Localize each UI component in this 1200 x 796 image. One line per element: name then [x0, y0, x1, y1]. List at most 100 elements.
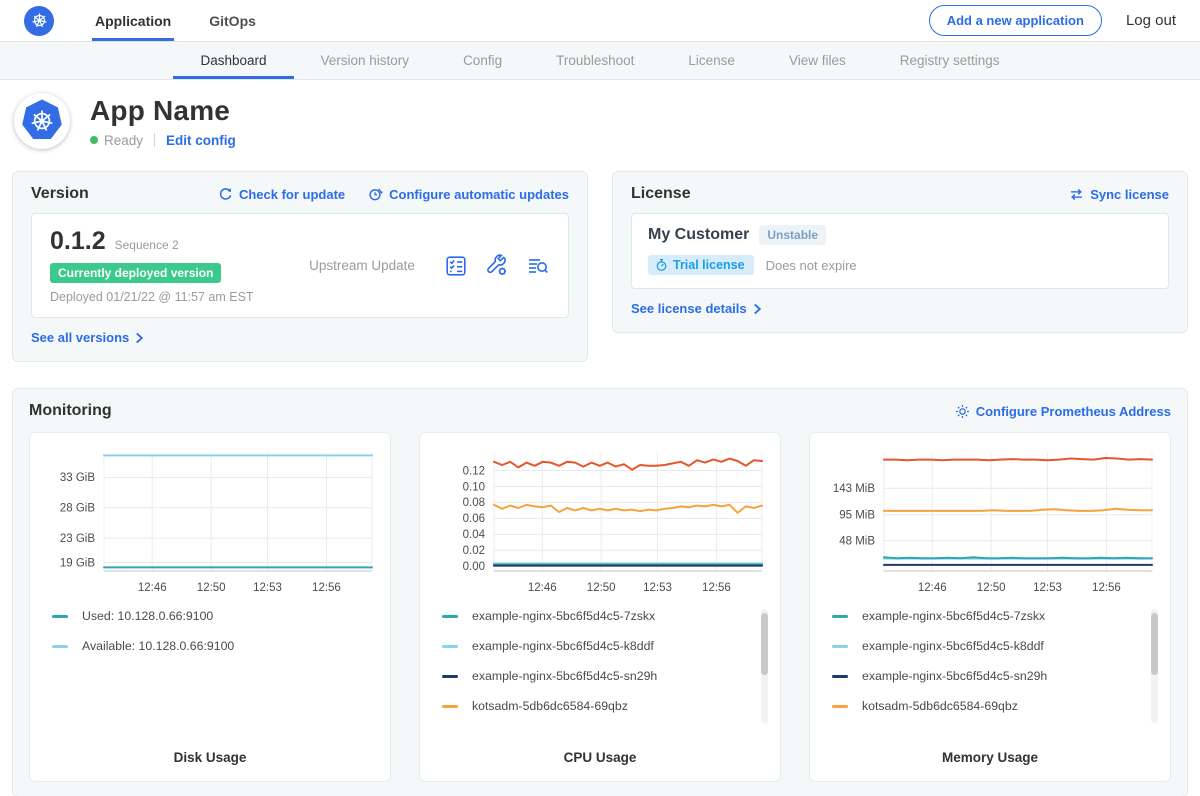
legend-scrollbar-thumb[interactable]: [761, 613, 768, 675]
legend-scrollbar[interactable]: [1151, 609, 1158, 723]
configure-automatic-updates-link[interactable]: Configure automatic updates: [367, 186, 569, 202]
chart-title: CPU Usage: [432, 750, 768, 767]
svg-text:12:46: 12:46: [528, 582, 557, 594]
svg-text:12:56: 12:56: [1092, 582, 1121, 594]
legend-item: example-nginx-5bc6f5d4c5-sn29h: [832, 669, 1142, 683]
legend-item: Available: 10.128.0.66:9100: [52, 639, 362, 653]
svg-text:12:46: 12:46: [138, 582, 167, 594]
legend-dash-icon: [442, 645, 458, 648]
svg-text:0.08: 0.08: [463, 497, 485, 509]
legend-label: Available: 10.128.0.66:9100: [82, 639, 234, 653]
svg-text:12:53: 12:53: [253, 582, 282, 594]
cpu-usage-chart: 12:4612:5012:5312:560.000.020.040.060.08…: [432, 445, 768, 597]
disk-usage-chart-card: 12:4612:5012:5312:5633 GiB28 GiB23 GiB19…: [29, 432, 391, 782]
tab-license[interactable]: License: [661, 42, 762, 79]
svg-text:12:50: 12:50: [587, 582, 616, 594]
refresh-icon: [218, 187, 233, 202]
cpu-usage-chart-card: 12:4612:5012:5312:560.000.020.040.060.08…: [419, 432, 781, 782]
disk-usage-chart: 12:4612:5012:5312:5633 GiB28 GiB23 GiB19…: [42, 445, 378, 597]
legend-dash-icon: [442, 615, 458, 618]
preflight-checks-button[interactable]: [444, 254, 468, 278]
svg-text:143 MiB: 143 MiB: [833, 483, 876, 495]
gear-icon: [955, 404, 970, 419]
memory-usage-chart: 12:4612:5012:5312:56143 MiB95 MiB48 MiB: [822, 445, 1158, 597]
tab-config[interactable]: Config: [436, 42, 529, 79]
legend-dash-icon: [832, 645, 848, 648]
svg-text:12:56: 12:56: [702, 582, 731, 594]
sync-license-link[interactable]: Sync license: [1069, 187, 1169, 202]
legend-item: example-nginx-5bc6f5d4c5-k8ddf: [832, 639, 1142, 653]
brand-logo[interactable]: [24, 0, 54, 41]
legend-item: Used: 10.128.0.66:9100: [52, 609, 362, 623]
svg-text:0.10: 0.10: [463, 481, 485, 493]
legend-label: example-nginx-5bc6f5d4c5-sn29h: [862, 669, 1047, 683]
tab-dashboard[interactable]: Dashboard: [173, 42, 293, 79]
license-panel: License Sync license My Customer Unstabl…: [612, 171, 1188, 333]
app-header: App Name Ready Edit config: [0, 80, 1200, 163]
status-dot-icon: [90, 136, 98, 144]
svg-text:28 GiB: 28 GiB: [60, 503, 95, 515]
memory-usage-chart-card: 12:4612:5012:5312:56143 MiB95 MiB48 MiB …: [809, 432, 1171, 782]
svg-text:0.04: 0.04: [463, 529, 486, 541]
version-source: Upstream Update: [280, 258, 444, 273]
logout-button[interactable]: Log out: [1126, 12, 1176, 29]
legend-label: example-nginx-5bc6f5d4c5-k8ddf: [862, 639, 1044, 653]
svg-text:12:53: 12:53: [643, 582, 672, 594]
tab-version-history[interactable]: Version history: [294, 42, 437, 79]
file-search-icon: [526, 254, 550, 278]
legend-dash-icon: [52, 645, 68, 648]
see-license-details-link[interactable]: See license details: [631, 301, 762, 316]
legend-item: kotsadm-5db6dc6584-69qbz: [442, 699, 752, 713]
license-expiry: Does not expire: [766, 258, 857, 273]
svg-text:12:53: 12:53: [1033, 582, 1062, 594]
license-summary-card: My Customer Unstable Trial license: [631, 213, 1169, 289]
monitoring-title: Monitoring: [29, 402, 955, 420]
legend-label: Used: 10.128.0.66:9100: [82, 609, 213, 623]
version-panel: Version Check for update: [12, 171, 588, 362]
legend-dash-icon: [832, 705, 848, 708]
edit-config-link[interactable]: Edit config: [166, 133, 236, 148]
add-application-button[interactable]: Add a new application: [929, 5, 1102, 36]
kubernetes-wheel-icon: [28, 107, 56, 135]
svg-text:12:56: 12:56: [312, 582, 341, 594]
top-tab-application[interactable]: Application: [92, 0, 174, 41]
page-title: App Name: [90, 95, 236, 127]
legend-label: example-nginx-5bc6f5d4c5-7zskx: [862, 609, 1045, 623]
legend-scrollbar[interactable]: [761, 609, 768, 723]
top-nav: Application GitOps Add a new application…: [0, 0, 1200, 42]
swap-arrows-icon: [1069, 187, 1084, 202]
legend-dash-icon: [832, 675, 848, 678]
trial-license-badge: Trial license: [648, 255, 754, 275]
legend-label: example-nginx-5bc6f5d4c5-sn29h: [472, 669, 657, 683]
svg-text:12:50: 12:50: [197, 582, 226, 594]
tab-registry-settings[interactable]: Registry settings: [873, 42, 1027, 79]
currently-deployed-badge: Currently deployed version: [50, 263, 221, 283]
legend-item: example-nginx-5bc6f5d4c5-k8ddf: [442, 639, 752, 653]
legend-scrollbar-thumb[interactable]: [1151, 613, 1158, 675]
deploy-logs-button[interactable]: [526, 254, 550, 278]
see-all-versions-link[interactable]: See all versions: [31, 330, 144, 345]
status-badge: Ready: [104, 133, 143, 148]
legend-dash-icon: [442, 675, 458, 678]
disk-usage-legend: Used: 10.128.0.66:9100 Available: 10.128.…: [52, 609, 378, 669]
channel-badge: Unstable: [759, 225, 826, 245]
deployed-timestamp: Deployed 01/21/22 @ 11:57 am EST: [50, 290, 280, 304]
chart-title: Memory Usage: [822, 750, 1158, 767]
kubernetes-logo-icon: [24, 6, 54, 36]
config-wrench-button[interactable]: [485, 254, 509, 278]
configure-prometheus-link[interactable]: Configure Prometheus Address: [955, 404, 1171, 419]
divider: [154, 133, 155, 147]
svg-text:0.00: 0.00: [463, 561, 485, 573]
version-panel-title: Version: [31, 185, 218, 203]
tab-troubleshoot[interactable]: Troubleshoot: [529, 42, 661, 79]
chart-title: Disk Usage: [42, 750, 378, 767]
customer-name: My Customer: [648, 226, 749, 244]
app-sub-nav: Dashboard Version history Config Trouble…: [0, 42, 1200, 80]
top-tab-gitops[interactable]: GitOps: [206, 0, 259, 41]
svg-text:48 MiB: 48 MiB: [839, 535, 875, 547]
chevron-right-icon: [753, 303, 762, 315]
current-version-card: 0.1.2 Sequence 2 Currently deployed vers…: [31, 213, 569, 318]
tab-view-files[interactable]: View files: [762, 42, 873, 79]
app-icon: [14, 93, 70, 149]
check-for-update-link[interactable]: Check for update: [218, 186, 345, 202]
